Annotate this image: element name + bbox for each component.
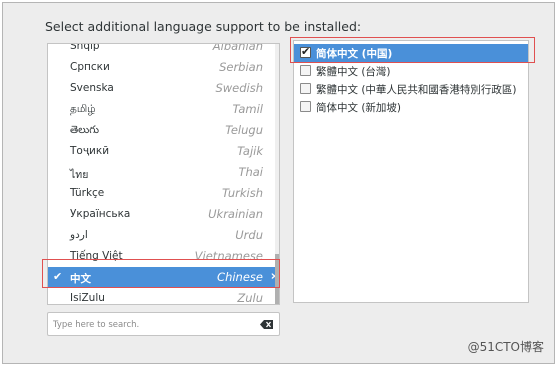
language-english-name: Zulu [237,291,263,305]
language-english-name: Tamil [232,102,263,116]
locale-list[interactable]: 简体中文 (中国) 繁體中文 (台灣) 繁體中文 (中華人民共和國香港特別行政區… [293,40,529,303]
language-english-name: Telugu [225,123,263,137]
language-native-name: Shqip [70,43,100,52]
language-row[interactable]: ไทย Thai [48,162,279,183]
locale-row-selected[interactable]: 简体中文 (中国) [294,44,528,62]
language-native-name: ไทย [70,169,89,181]
language-english-name: Ukrainian [208,207,263,221]
watermark: @51CTO博客 [467,340,544,354]
language-support-panel: Select additional language support to be… [2,2,555,364]
language-english-name: Chinese [217,270,263,284]
language-row-selected[interactable]: ✔ 中文 Chinese › [48,267,279,288]
scrollbar-thumb[interactable] [275,254,279,304]
language-native-name: Тоҷикӣ [70,145,110,157]
prompt-label: Select additional language support to be… [45,19,362,34]
language-row[interactable]: Српски Serbian [48,57,279,78]
language-row[interactable]: IsiZulu Zulu [48,288,279,305]
language-native-name: తెలుగు [70,124,100,136]
language-native-name: Tiếng Việt [70,250,123,262]
language-native-name: தமிழ் [70,103,96,115]
language-row[interactable]: தமிழ் Tamil [48,99,279,120]
language-native-name: IsiZulu [70,292,105,304]
checkbox-checked[interactable] [300,45,311,58]
language-native-name: Српски [70,61,110,73]
locale-label: 简体中文 (中国) [316,48,393,60]
language-english-name: Swedish [215,81,263,95]
search-box[interactable] [47,312,280,336]
language-english-name: Thai [238,165,263,179]
language-english-name: Albanian [212,43,263,53]
checkmark-icon: ✔ [53,270,63,283]
language-row[interactable]: Türkçe Turkish [48,183,279,204]
locale-label: 简体中文 (新加坡) [316,102,402,114]
backspace-icon[interactable] [260,320,273,329]
search-input[interactable] [53,317,253,332]
language-list[interactable]: Shqip Albanian Српски Serbian Svenska Sw… [47,43,280,305]
language-native-name: 中文 [70,273,91,285]
language-list-scrollbar[interactable] [275,44,279,304]
language-native-name: Українська [70,208,131,220]
language-row[interactable]: Українська Ukrainian [48,204,279,225]
locale-row[interactable]: 简体中文 (新加坡) [294,98,528,116]
locale-label: 繁體中文 (中華人民共和國香港特別行政區) [316,84,517,96]
locale-label: 繁體中文 (台灣) [316,66,391,78]
language-english-name: Turkish [221,186,263,200]
language-english-name: Urdu [235,228,263,242]
language-row[interactable]: Tiếng Việt Vietnamese [48,246,279,267]
language-row[interactable]: Тоҷикӣ Tajik [48,141,279,162]
language-native-name: Svenska [70,82,114,94]
checkbox[interactable] [300,65,311,76]
language-native-name: اردو [70,229,88,241]
language-english-name: Serbian [219,60,263,74]
checkbox[interactable] [300,83,311,94]
language-row[interactable]: Svenska Swedish [48,78,279,99]
language-row[interactable]: తెలుగు Telugu [48,120,279,141]
checkbox[interactable] [300,101,311,112]
locale-row[interactable]: 繁體中文 (中華人民共和國香港特別行政區) [294,80,528,98]
language-row[interactable]: Shqip Albanian [48,43,279,57]
locale-row[interactable]: 繁體中文 (台灣) [294,62,528,80]
language-row[interactable]: اردو Urdu [48,225,279,246]
language-native-name: Türkçe [70,187,105,199]
language-english-name: Vietnamese [194,249,263,263]
language-english-name: Tajik [237,144,263,158]
